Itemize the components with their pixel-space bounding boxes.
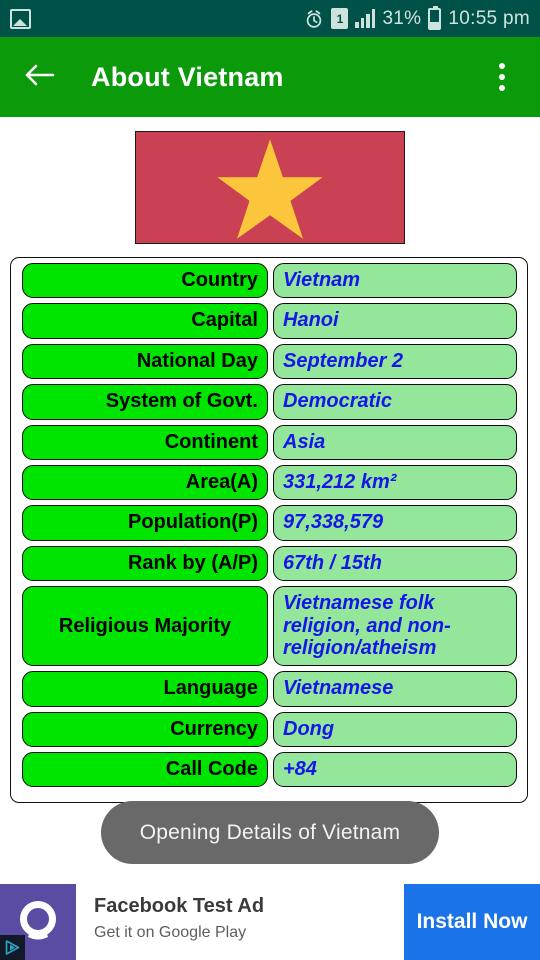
row-value-capital[interactable]: Hanoi: [273, 303, 517, 339]
flag-container: [0, 117, 540, 257]
row-label-religious-majority: Religious Majority: [22, 586, 268, 667]
row-label-call-code: Call Code: [22, 752, 268, 788]
row-value-language[interactable]: Vietnamese: [273, 671, 517, 707]
row-label-continent: Continent: [22, 424, 268, 460]
row-value-country[interactable]: Vietnam: [273, 263, 517, 299]
row-value-rank[interactable]: 67th / 15th: [273, 545, 517, 582]
row-value-national-day[interactable]: September 2: [273, 343, 517, 380]
install-now-button[interactable]: Install Now: [404, 884, 540, 960]
table-row: Area(A) 331,212 km²: [22, 464, 517, 501]
row-label-national-day: National Day: [22, 343, 268, 380]
gold-star-icon: [217, 138, 323, 239]
row-value-system-of-govt[interactable]: Democratic: [273, 384, 517, 420]
row-label-capital: Capital: [22, 303, 268, 339]
table-row: Capital Hanoi: [22, 303, 517, 339]
row-value-continent[interactable]: Asia: [273, 424, 517, 460]
table-row: Currency Dong: [22, 711, 517, 748]
app-screen: 1 31% 10:55 pm About Vietnam Country Vie…: [0, 0, 540, 960]
row-label-currency: Currency: [22, 711, 268, 748]
table-row: Rank by (A/P) 67th / 15th: [22, 545, 517, 582]
row-label-area: Area(A): [22, 464, 268, 501]
status-bar-clock: 10:55 pm: [448, 7, 530, 29]
row-value-currency[interactable]: Dong: [273, 711, 517, 748]
status-bar-notifications: [10, 8, 31, 29]
table-row: Country Vietnam: [22, 263, 517, 299]
row-value-religious-majority[interactable]: Vietnamese folk religion, and non-religi…: [273, 586, 517, 667]
country-info-card: Country Vietnam Capital Hanoi National D…: [10, 257, 528, 803]
alarm-icon: [304, 9, 324, 29]
table-row: National Day September 2: [22, 343, 517, 380]
row-value-population[interactable]: 97,338,579: [273, 505, 517, 541]
sim-card-icon: 1: [331, 8, 349, 29]
table-row: Religious Majority Vietnamese folk relig…: [22, 586, 517, 667]
row-label-rank: Rank by (A/P): [22, 545, 268, 582]
signal-bars-icon: [355, 9, 376, 28]
row-value-area[interactable]: 331,212 km²: [273, 464, 517, 501]
photo-icon: [10, 8, 31, 29]
status-bar-system-icons: 1 31% 10:55 pm: [304, 5, 530, 30]
ad-subtitle: Get it on Google Play: [94, 924, 247, 941]
back-button[interactable]: [18, 55, 62, 99]
table-row: Call Code +84: [22, 752, 517, 788]
page-title: About Vietnam: [91, 61, 284, 92]
status-bar: 1 31% 10:55 pm: [0, 0, 540, 37]
ad-title: Facebook Test Ad: [94, 895, 265, 917]
row-value-call-code[interactable]: +84: [273, 752, 517, 788]
table-row: Language Vietnamese: [22, 671, 517, 707]
row-label-country: Country: [22, 263, 268, 299]
back-arrow-icon: [24, 62, 56, 93]
app-bar: About Vietnam: [0, 37, 540, 117]
battery-percent-label: 31%: [382, 7, 422, 29]
row-label-population: Population(P): [22, 505, 268, 541]
ad-text-block: Facebook Test Ad Get it on Google Play: [76, 884, 404, 960]
battery-icon: [428, 5, 442, 30]
row-label-language: Language: [22, 671, 268, 707]
table-row: Population(P) 97,338,579: [22, 505, 517, 541]
ad-banner[interactable]: Facebook Test Ad Get it on Google Play I…: [0, 884, 540, 960]
toast-message: Opening Details of Vietnam: [101, 801, 439, 864]
row-label-system-of-govt: System of Govt.: [22, 384, 268, 420]
more-vertical-icon[interactable]: [482, 55, 522, 99]
vietnam-flag-image: [135, 130, 405, 244]
advertiser-logo-icon: [0, 884, 76, 960]
adchoices-icon[interactable]: [0, 935, 25, 960]
table-row: System of Govt. Democratic: [22, 384, 517, 420]
table-row: Continent Asia: [22, 424, 517, 460]
toast-label: Opening Details of Vietnam: [139, 820, 401, 844]
